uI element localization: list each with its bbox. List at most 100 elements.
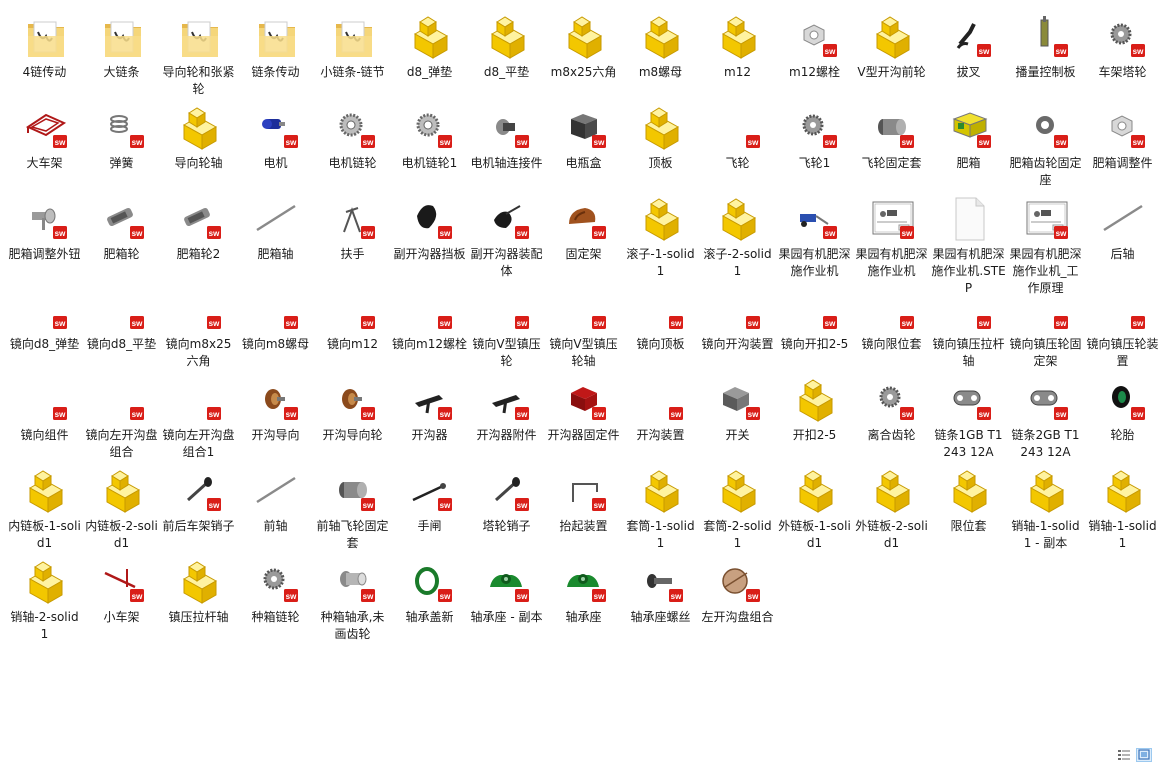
file-item[interactable]: sw 镜向组件	[6, 377, 83, 467]
file-item[interactable]: sw 轴承座螺丝	[622, 559, 699, 649]
file-item[interactable]: m12	[699, 14, 776, 104]
file-item[interactable]: sw 开沟器附件	[468, 377, 545, 467]
file-item[interactable]: sw 肥箱轮	[83, 196, 160, 286]
file-item[interactable]: 小链条-链节	[314, 14, 391, 104]
file-item[interactable]: sw 弹簧	[83, 105, 160, 195]
file-item[interactable]: 内链板-1-solid1	[6, 468, 83, 558]
file-item[interactable]: V型开沟前轮	[853, 14, 930, 104]
file-item[interactable]: sw 镜向镇压拉杆轴	[930, 286, 1007, 376]
file-item[interactable]: 导向轮轴	[160, 105, 237, 195]
file-item[interactable]: sw 扶手	[314, 196, 391, 286]
file-item[interactable]: d8_弹垫	[391, 14, 468, 104]
file-item[interactable]: sw 镜向左开沟盘组合	[83, 377, 160, 467]
file-item[interactable]: m8螺母	[622, 14, 699, 104]
file-item[interactable]: sw 车架塔轮	[1084, 14, 1160, 104]
file-item[interactable]: 外链板-1-solid1	[776, 468, 853, 558]
file-item[interactable]: sw 副开沟器装配体	[468, 196, 545, 286]
file-item[interactable]: 前轴	[237, 468, 314, 558]
file-item[interactable]: sw 镜向开沟装置	[699, 286, 776, 376]
file-item[interactable]: sw 小车架	[83, 559, 160, 649]
file-item[interactable]: sw 镜向左开沟盘组合1	[160, 377, 237, 467]
file-item[interactable]: sw 开沟装置	[622, 377, 699, 467]
file-item[interactable]: sw 大车架	[6, 105, 83, 195]
file-item[interactable]: 开扣2-5	[776, 377, 853, 467]
file-item[interactable]: sw 镜向镇压轮固定架	[1007, 286, 1084, 376]
file-item[interactable]: sw 固定架	[545, 196, 622, 286]
file-item[interactable]: 滚子-2-solid1	[699, 196, 776, 286]
file-item[interactable]: sw 飞轮固定套	[853, 105, 930, 195]
file-item[interactable]: sw 镜向d8_平垫	[83, 286, 160, 376]
file-item[interactable]: sw 镜向开扣2-5	[776, 286, 853, 376]
file-item[interactable]: 果园有机肥深施作业机.STEP	[930, 196, 1007, 295]
file-item[interactable]: sw 肥箱轮2	[160, 196, 237, 286]
file-item[interactable]: sw 飞轮1	[776, 105, 853, 195]
file-item[interactable]: 销轴-1-solid1 - 副本	[1007, 468, 1084, 558]
file-item[interactable]: sw 镜向m8螺母	[237, 286, 314, 376]
file-item[interactable]: sw 开沟器	[391, 377, 468, 467]
file-item[interactable]: sw 轮胎	[1084, 377, 1160, 467]
file-item[interactable]: 导向轮和张紧轮	[160, 14, 237, 104]
file-item[interactable]: sw 离合齿轮	[853, 377, 930, 467]
file-item[interactable]: 4链传动	[6, 14, 83, 104]
file-item[interactable]: sw 轴承座	[545, 559, 622, 649]
file-item[interactable]: 套筒-1-solid1	[622, 468, 699, 558]
file-item[interactable]: sw 种箱轴承,未画齿轮	[314, 559, 391, 649]
file-item[interactable]: sw 轴承座 - 副本	[468, 559, 545, 649]
file-item[interactable]: sw 链条2GB T1243 12A	[1007, 377, 1084, 467]
file-item[interactable]: sw 塔轮销子	[468, 468, 545, 558]
file-item[interactable]: sw 左开沟盘组合	[699, 559, 776, 649]
file-item[interactable]: 销轴-2-solid1	[6, 559, 83, 649]
file-item[interactable]: sw 镜向镇压轮装置	[1084, 286, 1160, 376]
file-item[interactable]: sw 电机	[237, 105, 314, 195]
file-item[interactable]: sw 果园有机肥深施作业机	[776, 196, 853, 286]
file-item[interactable]: sw 链条1GB T1243 12A	[930, 377, 1007, 467]
file-item[interactable]: sw 电机轴连接件	[468, 105, 545, 195]
file-item[interactable]: 外链板-2-solid1	[853, 468, 930, 558]
file-item[interactable]: sw 果园有机肥深施作业机	[853, 196, 930, 286]
file-item[interactable]: 套筒-2-solid1	[699, 468, 776, 558]
file-item[interactable]: 大链条	[83, 14, 160, 104]
file-item[interactable]: sw 镜向m12螺栓	[391, 286, 468, 376]
file-item[interactable]: sw 飞轮	[699, 105, 776, 195]
file-item[interactable]: sw 抬起装置	[545, 468, 622, 558]
file-item[interactable]: sw 电机链轮	[314, 105, 391, 195]
file-item[interactable]: sw 种箱链轮	[237, 559, 314, 649]
file-item[interactable]: 肥箱轴	[237, 196, 314, 286]
file-item[interactable]: sw 开沟器固定件	[545, 377, 622, 467]
file-item[interactable]: sw 肥箱齿轮固定座	[1007, 105, 1084, 195]
file-item[interactable]: sw 副开沟器挡板	[391, 196, 468, 286]
file-item[interactable]: sw 轴承盖新	[391, 559, 468, 649]
file-item[interactable]: sw 肥箱	[930, 105, 1007, 195]
file-item[interactable]: d8_平垫	[468, 14, 545, 104]
file-item[interactable]: sw 镜向V型镇压轮轴	[545, 286, 622, 376]
file-item[interactable]: sw 电机链轮1	[391, 105, 468, 195]
file-item[interactable]: sw 肥箱调整件	[1084, 105, 1160, 195]
file-item[interactable]: sw 镜向m12	[314, 286, 391, 376]
file-item[interactable]: 镇压拉杆轴	[160, 559, 237, 649]
file-item[interactable]: sw 开沟导向轮	[314, 377, 391, 467]
file-item[interactable]: sw 镜向限位套	[853, 286, 930, 376]
file-item[interactable]: sw 手闸	[391, 468, 468, 558]
file-item[interactable]: sw 镜向d8_弹垫	[6, 286, 83, 376]
file-item[interactable]: 滚子-1-solid1	[622, 196, 699, 286]
file-item[interactable]: 销轴-1-solid1	[1084, 468, 1160, 558]
file-item[interactable]: sw 拔叉	[930, 14, 1007, 104]
file-item[interactable]: sw 果园有机肥深施作业机_工作原理	[1007, 196, 1084, 295]
large-icons-view-button[interactable]	[1136, 748, 1152, 762]
file-item[interactable]: 限位套	[930, 468, 1007, 558]
file-item[interactable]: sw 前轴飞轮固定套	[314, 468, 391, 558]
file-item[interactable]: sw 播量控制板	[1007, 14, 1084, 104]
file-item[interactable]: sw 镜向V型镇压轮	[468, 286, 545, 376]
file-item[interactable]: sw 镜向m8x25六角	[160, 286, 237, 376]
file-item[interactable]: 内链板-2-solid1	[83, 468, 160, 558]
file-item[interactable]: m8x25六角	[545, 14, 622, 104]
details-view-button[interactable]	[1116, 748, 1132, 762]
file-item[interactable]: sw 肥箱调整外钮	[6, 196, 83, 286]
file-item[interactable]: sw 镜向顶板	[622, 286, 699, 376]
file-item[interactable]: 顶板	[622, 105, 699, 195]
file-item[interactable]: sw m12螺栓	[776, 14, 853, 104]
file-item[interactable]: sw 开沟导向	[237, 377, 314, 467]
file-item[interactable]: sw 开关	[699, 377, 776, 467]
file-item[interactable]: sw 电瓶盒	[545, 105, 622, 195]
file-item[interactable]: 链条传动	[237, 14, 314, 104]
